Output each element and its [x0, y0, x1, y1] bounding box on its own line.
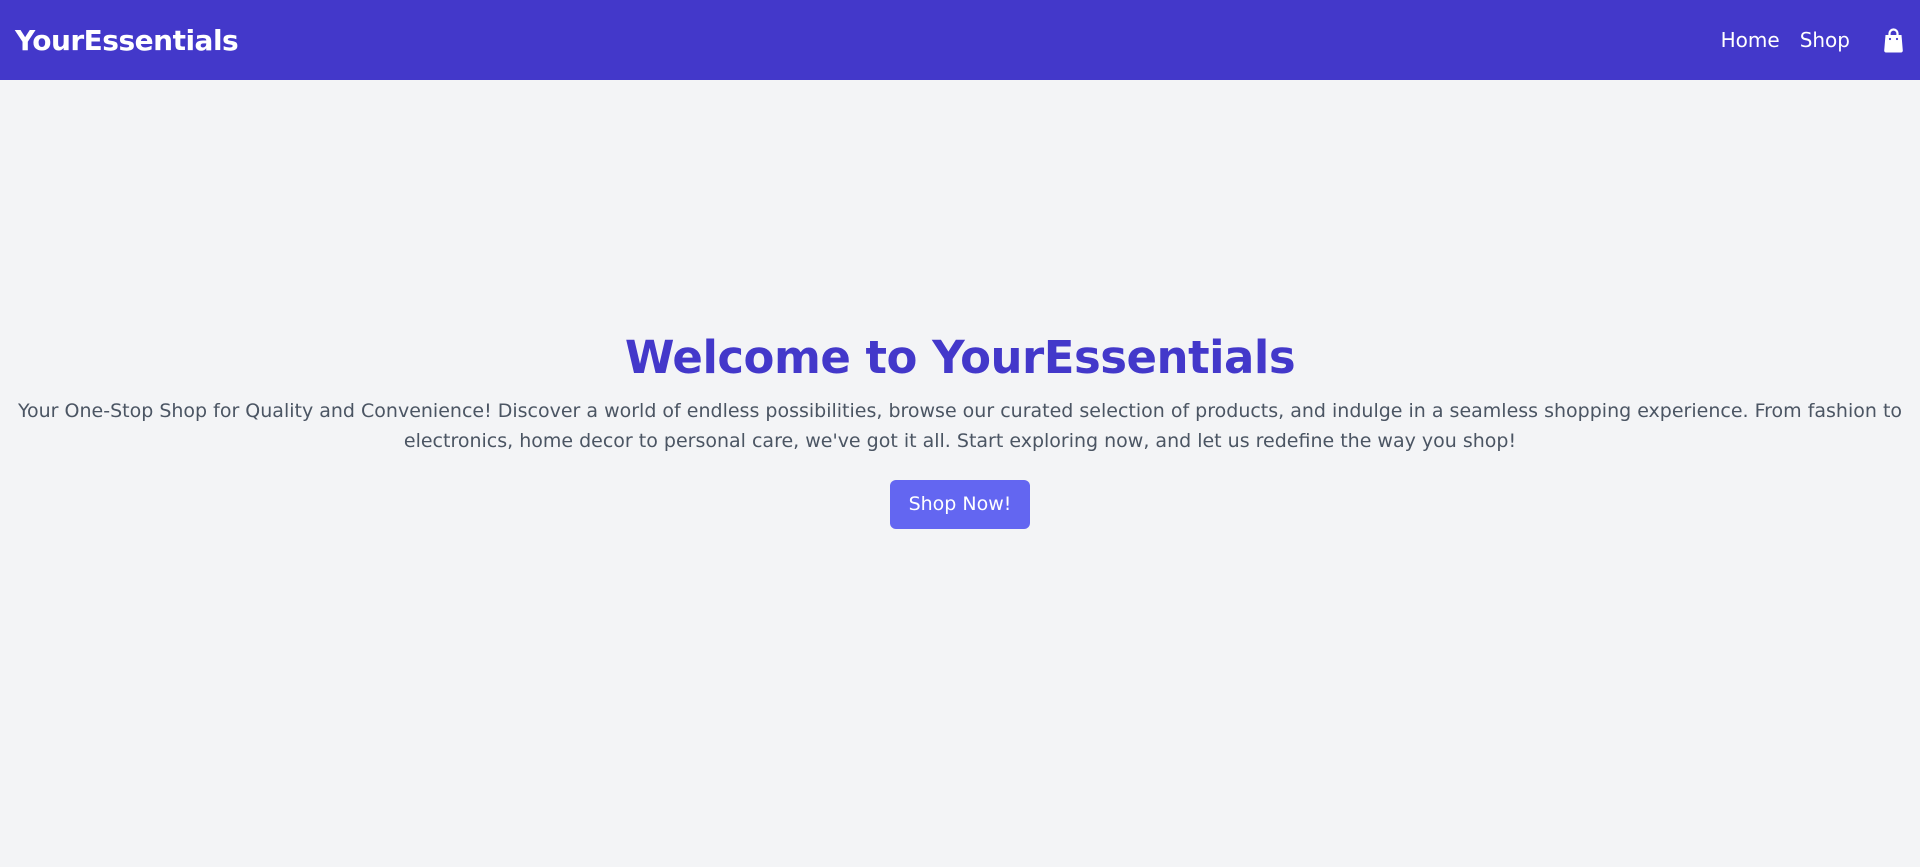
hero-title: Welcome to YourEssentials	[624, 331, 1296, 384]
shop-now-button[interactable]: Shop Now!	[889, 480, 1031, 529]
main-nav: Home Shop	[1721, 27, 1904, 53]
brand-logo-link[interactable]: YourEssentials	[15, 24, 239, 57]
hero-description: Your One-Stop Shop for Quality and Conve…	[17, 400, 1903, 452]
nav-link-shop[interactable]: Shop	[1800, 28, 1850, 52]
hero-section: Welcome to YourEssentials Your One-Stop …	[0, 326, 1920, 529]
shopping-bag-icon[interactable]	[1882, 27, 1904, 53]
nav-link-home[interactable]: Home	[1721, 28, 1780, 52]
top-navbar: YourEssentials Home Shop	[0, 0, 1920, 80]
